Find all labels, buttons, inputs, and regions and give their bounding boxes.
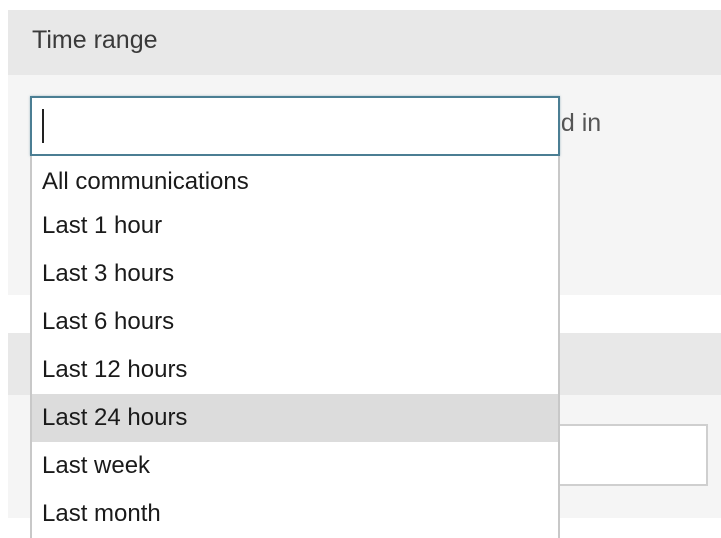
time-range-dropdown[interactable]: All communications Last 1 hour Last 3 ho… bbox=[30, 156, 560, 538]
text-caret bbox=[42, 109, 44, 143]
option-last-1-hour[interactable]: Last 1 hour bbox=[32, 202, 558, 250]
time-range-section-header: Time range bbox=[8, 10, 721, 75]
background-input-field[interactable] bbox=[540, 424, 708, 486]
option-last-12-hours[interactable]: Last 12 hours bbox=[32, 346, 558, 394]
section-title: Time range bbox=[32, 26, 158, 54]
option-all-communications[interactable]: All communications bbox=[32, 156, 558, 202]
page: Time range ed in All communications Last… bbox=[0, 0, 721, 538]
option-last-6-hours[interactable]: Last 6 hours bbox=[32, 298, 558, 346]
option-last-24-hours[interactable]: Last 24 hours bbox=[32, 394, 558, 442]
option-last-week[interactable]: Last week bbox=[32, 442, 558, 490]
option-last-month[interactable]: Last month bbox=[32, 490, 558, 538]
option-last-3-hours[interactable]: Last 3 hours bbox=[32, 250, 558, 298]
time-range-search-input[interactable] bbox=[30, 96, 560, 156]
